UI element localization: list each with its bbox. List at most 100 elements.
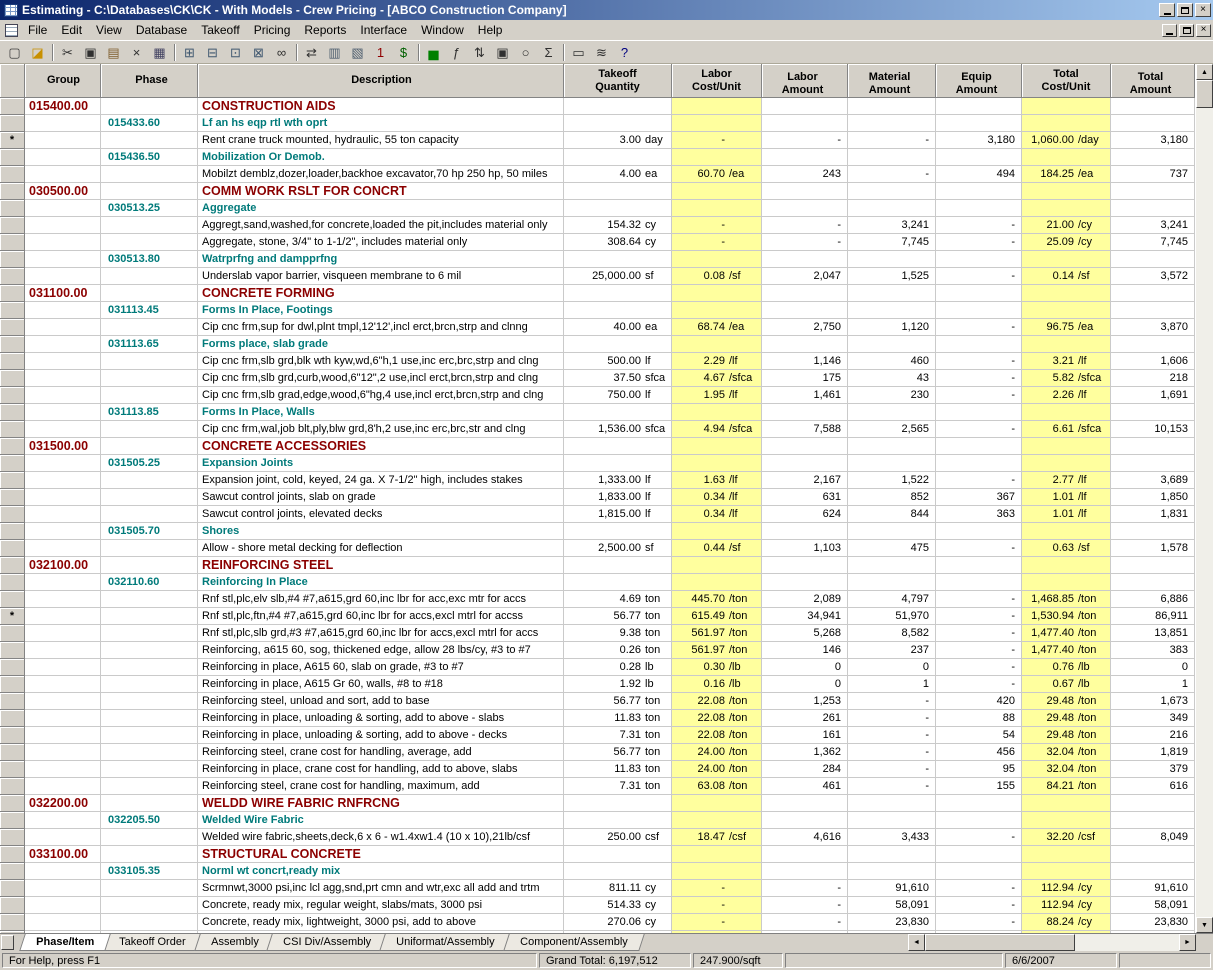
- column-header-material-amount[interactable]: Material Amount: [848, 64, 936, 98]
- equip-amount-cell[interactable]: -: [936, 217, 1022, 234]
- labor-cost-unit-cell[interactable]: 561.97/ton: [672, 642, 762, 659]
- row-selector[interactable]: [0, 455, 25, 472]
- scroll-left-button[interactable]: ◄: [908, 934, 925, 951]
- detail-window-button[interactable]: ▭: [567, 41, 590, 63]
- material-amount-cell[interactable]: [848, 438, 936, 455]
- vertical-scroll-track[interactable]: [1196, 80, 1213, 917]
- labor-cost-unit-cell[interactable]: [672, 200, 762, 217]
- total-amount-cell[interactable]: [1111, 523, 1195, 540]
- total-amount-cell[interactable]: 349: [1111, 710, 1195, 727]
- takeoff-quantity-cell[interactable]: 250.00 csf: [564, 829, 672, 846]
- labor-amount-cell[interactable]: -: [762, 897, 848, 914]
- menu-item-pricing[interactable]: Pricing: [247, 21, 298, 39]
- labor-cost-unit-cell[interactable]: [672, 812, 762, 829]
- material-amount-cell[interactable]: -: [848, 778, 936, 795]
- row-selector[interactable]: [0, 472, 25, 489]
- copy-button[interactable]: ▣: [79, 41, 102, 63]
- group-cell[interactable]: [25, 336, 101, 353]
- column-header-labor-cost-unit[interactable]: Labor Cost/Unit: [672, 64, 762, 98]
- group-cell[interactable]: 030500.00: [25, 183, 101, 200]
- open-estimate-button[interactable]: ◪: [26, 41, 49, 63]
- phase-cell[interactable]: [101, 710, 198, 727]
- sort-order-button[interactable]: ≋: [590, 41, 613, 63]
- sum-button[interactable]: Σ: [537, 41, 560, 63]
- labor-cost-unit-cell[interactable]: 60.70/ea: [672, 166, 762, 183]
- group-cell[interactable]: [25, 387, 101, 404]
- group-cell[interactable]: [25, 574, 101, 591]
- takeoff-quantity-cell[interactable]: [564, 285, 672, 302]
- total-amount-cell[interactable]: [1111, 200, 1195, 217]
- equip-amount-cell[interactable]: -: [936, 625, 1022, 642]
- labor-cost-unit-cell[interactable]: 0.44/sf: [672, 540, 762, 557]
- tab-component-assembly[interactable]: Component/Assembly: [502, 934, 645, 951]
- phase-cell[interactable]: [101, 217, 198, 234]
- equip-amount-cell[interactable]: -: [936, 421, 1022, 438]
- phase-cell[interactable]: [101, 591, 198, 608]
- phase-cell[interactable]: 031113.45: [101, 302, 198, 319]
- total-cost-unit-cell[interactable]: 32.20/csf: [1022, 829, 1111, 846]
- labor-cost-unit-cell[interactable]: -: [672, 880, 762, 897]
- total-amount-cell[interactable]: [1111, 302, 1195, 319]
- labor-cost-unit-cell[interactable]: -: [672, 914, 762, 931]
- row-selector[interactable]: [0, 285, 25, 302]
- scroll-right-button[interactable]: ►: [1179, 934, 1196, 951]
- total-cost-unit-cell[interactable]: [1022, 455, 1111, 472]
- tab-split-handle[interactable]: [1, 935, 14, 950]
- row-selector[interactable]: [0, 370, 25, 387]
- total-amount-cell[interactable]: 383: [1111, 642, 1195, 659]
- equip-amount-cell[interactable]: [936, 795, 1022, 812]
- delete-button[interactable]: ×: [125, 41, 148, 63]
- tab-uniformat-assembly[interactable]: Uniformat/Assembly: [379, 934, 512, 951]
- phase-cell[interactable]: [101, 370, 198, 387]
- material-amount-cell[interactable]: [848, 455, 936, 472]
- takeoff-quantity-cell[interactable]: [564, 336, 672, 353]
- row-selector[interactable]: [0, 727, 25, 744]
- material-amount-cell[interactable]: 1,525: [848, 268, 936, 285]
- material-amount-cell[interactable]: [848, 574, 936, 591]
- horizontal-scroll-track[interactable]: [925, 934, 1179, 951]
- total-cost-unit-cell[interactable]: [1022, 438, 1111, 455]
- labor-cost-unit-cell[interactable]: 0.16/lb: [672, 676, 762, 693]
- labor-amount-cell[interactable]: 631: [762, 489, 848, 506]
- equip-amount-cell[interactable]: -: [936, 268, 1022, 285]
- group-cell[interactable]: [25, 642, 101, 659]
- group-cell[interactable]: [25, 115, 101, 132]
- column-header-description[interactable]: Description: [198, 64, 564, 98]
- equip-amount-cell[interactable]: -: [936, 319, 1022, 336]
- labor-amount-cell[interactable]: [762, 404, 848, 421]
- phase-cell[interactable]: [101, 540, 198, 557]
- takeoff-quantity-cell[interactable]: [564, 438, 672, 455]
- phase-cell[interactable]: [101, 880, 198, 897]
- material-amount-cell[interactable]: 8,582: [848, 625, 936, 642]
- total-amount-cell[interactable]: 8,049: [1111, 829, 1195, 846]
- phase-cell[interactable]: [101, 132, 198, 149]
- material-amount-cell[interactable]: -: [848, 693, 936, 710]
- total-cost-unit-cell[interactable]: 1.01/lf: [1022, 506, 1111, 523]
- labor-cost-unit-cell[interactable]: 4.67/sfca: [672, 370, 762, 387]
- equip-amount-cell[interactable]: [936, 285, 1022, 302]
- total-cost-unit-cell[interactable]: 6.61/sfca: [1022, 421, 1111, 438]
- total-amount-cell[interactable]: 0: [1111, 659, 1195, 676]
- takeoff-quantity-cell[interactable]: 811.11 cy: [564, 880, 672, 897]
- column-header-labor-amount[interactable]: Labor Amount: [762, 64, 848, 98]
- material-amount-cell[interactable]: 3,433: [848, 829, 936, 846]
- takeoff-quantity-cell[interactable]: 1,815.00 lf: [564, 506, 672, 523]
- takeoff-quantity-cell[interactable]: 56.77 ton: [564, 608, 672, 625]
- group-cell[interactable]: [25, 761, 101, 778]
- takeoff-quantity-cell[interactable]: [564, 251, 672, 268]
- equip-amount-cell[interactable]: [936, 200, 1022, 217]
- equip-amount-cell[interactable]: 367: [936, 489, 1022, 506]
- labor-cost-unit-cell[interactable]: [672, 404, 762, 421]
- takeoff-quantity-cell[interactable]: 0.28 lb: [564, 659, 672, 676]
- total-amount-cell[interactable]: [1111, 574, 1195, 591]
- material-amount-cell[interactable]: 1,120: [848, 319, 936, 336]
- total-cost-unit-cell[interactable]: 1,468.85/ton: [1022, 591, 1111, 608]
- group-cell[interactable]: 033100.00: [25, 846, 101, 863]
- phase-cell[interactable]: 032110.60: [101, 574, 198, 591]
- phase-cell[interactable]: [101, 778, 198, 795]
- total-cost-unit-cell[interactable]: [1022, 574, 1111, 591]
- group-cell[interactable]: [25, 863, 101, 880]
- menu-item-edit[interactable]: Edit: [54, 21, 89, 39]
- material-amount-cell[interactable]: [848, 149, 936, 166]
- description-cell[interactable]: Cip cnc frm,wal,job blt,ply,blw grd,8'h,…: [198, 421, 564, 438]
